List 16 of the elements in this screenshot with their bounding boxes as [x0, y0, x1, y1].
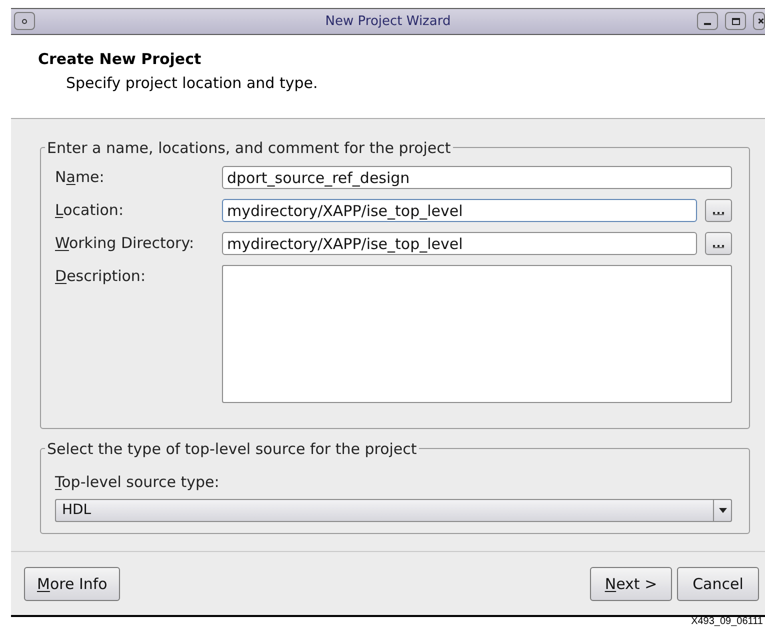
dialog-button[interactable]: Next >	[590, 567, 672, 601]
dialog-button[interactable]: Cancel	[677, 567, 759, 601]
field-label: Top-level source type:	[55, 472, 220, 492]
dialog-button[interactable]: More Info	[24, 567, 120, 601]
field-label: Name:	[55, 168, 104, 186]
figure-caption: X493_09_06111	[691, 616, 763, 628]
window-title: New Project Wizard	[325, 12, 451, 31]
field-label: Working Directory:	[55, 234, 194, 252]
field-label: Location:	[55, 201, 124, 219]
text-field[interactable]: mydirectory/XAPP/ise_top_level	[222, 232, 697, 255]
source-type-dropdown[interactable]: HDL	[55, 499, 732, 522]
text-field[interactable]: dport_source_ref_design	[222, 166, 732, 189]
text-field[interactable]: mydirectory/XAPP/ise_top_level	[222, 199, 697, 222]
page-title: Create New Project	[38, 49, 202, 69]
page-subtitle: Specify project location and type.	[66, 73, 318, 93]
field-label: Description:	[55, 267, 146, 285]
